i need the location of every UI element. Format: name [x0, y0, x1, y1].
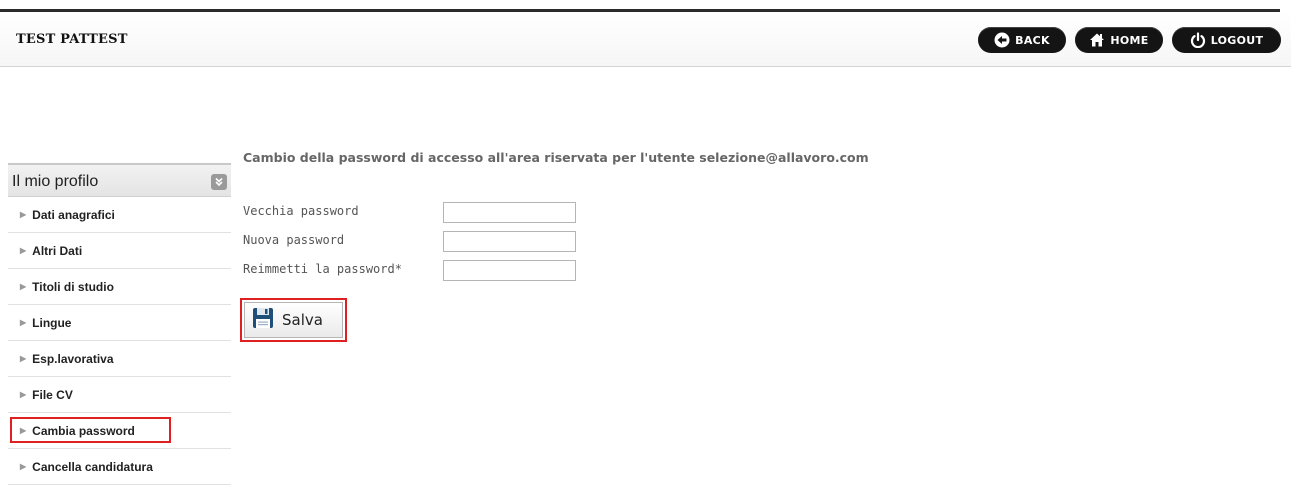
sidebar-item-label: Dati anagrafici — [32, 207, 115, 222]
sidebar-item-label: Altri Dati — [32, 243, 83, 258]
triangle-right-icon: ▶ — [20, 354, 27, 363]
user-name-title: TEST PATTEST — [16, 32, 128, 47]
sidebar-item-cancella-candidatura[interactable]: ▶ Cancella candidatura — [8, 449, 231, 485]
sidebar-item-label: Lingue — [32, 315, 72, 330]
logout-button-label: LOGOUT — [1210, 33, 1264, 47]
home-button-label: HOME — [1110, 33, 1149, 47]
top-header-bar: TEST PATTEST BACK HOME LOGOUT — [0, 12, 1291, 67]
triangle-right-icon: ▶ — [20, 282, 27, 291]
triangle-right-icon: ▶ — [20, 426, 27, 435]
back-button-label: BACK — [1015, 33, 1050, 47]
sidebar-item-file-cv[interactable]: ▶ File CV — [8, 377, 231, 413]
save-button-label: Salva — [282, 311, 323, 329]
sidebar-item-label: Esp.lavorativa — [32, 351, 114, 366]
old-password-field[interactable] — [443, 202, 576, 223]
page-title: Cambio della password di accesso all'are… — [243, 150, 869, 165]
sidebar-title: Il mio profilo — [12, 173, 99, 190]
sidebar-item-label: Cancella candidatura — [32, 459, 153, 474]
triangle-right-icon: ▶ — [20, 246, 27, 255]
sidebar-item-lingue[interactable]: ▶ Lingue — [8, 305, 231, 341]
confirm-password-field[interactable] — [443, 260, 576, 281]
sidebar-item-label: Titoli di studio — [32, 279, 114, 294]
sidebar-item-dati-anagrafici[interactable]: ▶ Dati anagrafici — [8, 197, 231, 233]
new-password-label: Nuova password — [243, 233, 345, 247]
save-button-inner: Salva — [244, 302, 343, 338]
sidebar-header: Il mio profilo — [8, 163, 231, 197]
save-button[interactable]: Salva — [240, 298, 347, 342]
old-password-label: Vecchia password — [243, 204, 359, 218]
sidebar-item-label: Cambia password — [32, 423, 135, 438]
home-icon — [1089, 32, 1105, 48]
arrow-left-icon — [994, 32, 1010, 48]
power-icon — [1190, 32, 1206, 48]
sidebar-item-altri-dati[interactable]: ▶ Altri Dati — [8, 233, 231, 269]
home-button[interactable]: HOME — [1075, 27, 1163, 53]
sidebar-item-esp-lavorativa[interactable]: ▶ Esp.lavorativa — [8, 341, 231, 377]
logout-button[interactable]: LOGOUT — [1172, 27, 1281, 53]
new-password-field[interactable] — [443, 231, 576, 252]
double-chevron-down-icon[interactable] — [211, 174, 227, 190]
triangle-right-icon: ▶ — [20, 318, 27, 327]
sidebar-item-titoli-di-studio[interactable]: ▶ Titoli di studio — [8, 269, 231, 305]
triangle-right-icon: ▶ — [20, 390, 27, 399]
floppy-disk-icon — [252, 307, 274, 333]
profile-sidebar: Il mio profilo ▶ Dati anagrafici ▶ Altri… — [8, 163, 231, 485]
confirm-password-label: Reimmetti la password* — [243, 262, 402, 276]
sidebar-item-cambia-password[interactable]: ▶ Cambia password — [8, 413, 231, 449]
back-button[interactable]: BACK — [978, 27, 1066, 53]
triangle-right-icon: ▶ — [20, 210, 27, 219]
sidebar-item-label: File CV — [32, 387, 73, 402]
triangle-right-icon: ▶ — [20, 462, 27, 471]
sidebar-menu: ▶ Dati anagrafici ▶ Altri Dati ▶ Titoli … — [8, 197, 231, 485]
